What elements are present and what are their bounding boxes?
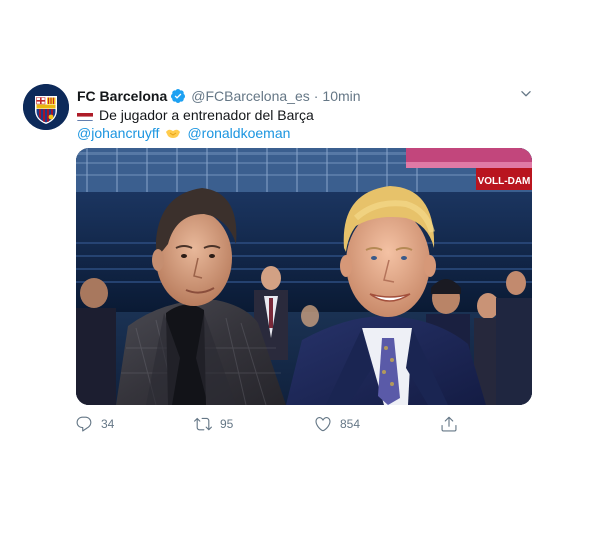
tweet-timestamp[interactable]: 10min	[322, 88, 360, 104]
stadium-banner: VOLL-DAM	[478, 176, 531, 187]
retweet-icon	[194, 417, 212, 431]
chevron-down-icon[interactable]	[519, 87, 533, 101]
fcb-crest-icon	[23, 84, 69, 130]
tweet-header: FC Barcelona @FCBarcelona_es · 10min	[77, 87, 361, 105]
netherlands-flag-icon	[77, 110, 93, 121]
share-icon	[441, 416, 457, 432]
like-count: 854	[340, 417, 361, 431]
handshake-icon	[165, 126, 181, 140]
reply-icon	[76, 416, 92, 432]
mention-ronaldkoeman[interactable]: @ronaldkoeman	[187, 124, 290, 142]
author-name[interactable]: FC Barcelona	[77, 88, 167, 104]
tweet-text: De jugador a entrenador del Barça	[99, 107, 314, 123]
like-button[interactable]: 854	[314, 414, 360, 434]
author-handle[interactable]: @FCBarcelona_es	[191, 88, 310, 104]
reply-button[interactable]: 34	[75, 414, 114, 434]
retweet-count: 95	[220, 417, 234, 431]
retweet-button[interactable]: 95	[194, 414, 233, 434]
profile-avatar[interactable]	[23, 84, 69, 130]
tweet-actions: 34 95 854	[0, 414, 604, 434]
tweet-photo[interactable]: VOLL-DAM	[76, 148, 532, 405]
reply-count: 34	[101, 417, 115, 431]
separator-dot: ·	[313, 88, 319, 104]
share-button[interactable]	[440, 414, 466, 434]
heart-icon	[315, 417, 331, 432]
tweet-text-line: De jugador a entrenador del Barça	[77, 106, 314, 124]
tweet-mentions-line: @johancruyff @ronaldkoeman	[77, 124, 290, 142]
mention-johancruyff[interactable]: @johancruyff	[77, 124, 159, 142]
verified-badge-icon	[171, 89, 186, 103]
tweet-card[interactable]: FC Barcelona @FCBarcelona_es · 10min De …	[0, 0, 604, 536]
